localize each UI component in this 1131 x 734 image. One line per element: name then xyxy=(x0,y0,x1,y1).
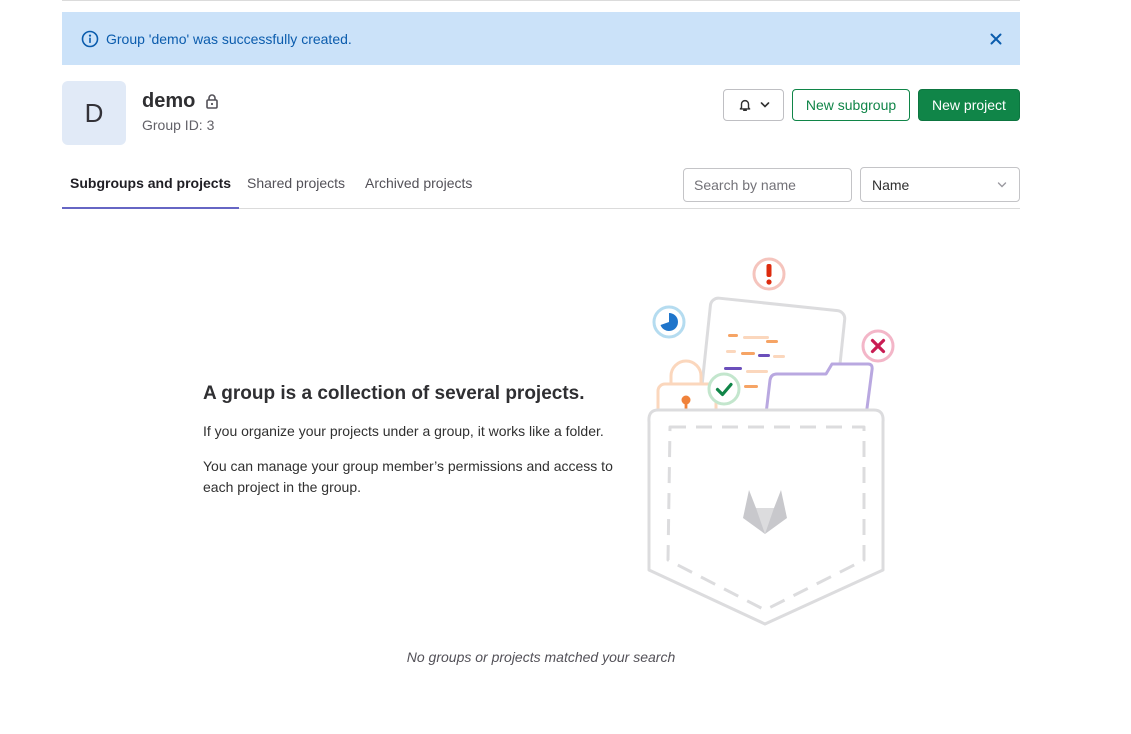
bell-icon xyxy=(739,99,750,111)
close-icon[interactable] xyxy=(988,31,1004,47)
tab-subgroups-and-projects[interactable]: Subgroups and projects xyxy=(70,175,231,191)
search-input[interactable] xyxy=(683,168,852,202)
no-results-message: No groups or projects matched your searc… xyxy=(406,649,676,665)
success-alert: Group 'demo' was successfully created. xyxy=(62,12,1020,65)
info-icon xyxy=(81,30,99,48)
alert-message: Group 'demo' was successfully created. xyxy=(106,31,352,47)
sort-selected-label: Name xyxy=(872,177,910,193)
tab-archived-projects[interactable]: Archived projects xyxy=(365,175,472,191)
chevron-down-icon xyxy=(997,182,1007,188)
empty-state-description-2: You can manage your group member’s permi… xyxy=(203,458,613,495)
active-tab-indicator xyxy=(62,207,239,209)
sort-dropdown[interactable]: Name xyxy=(860,167,1020,202)
group-avatar: D xyxy=(62,81,126,145)
tab-shared-projects[interactable]: Shared projects xyxy=(247,175,345,191)
chevron-down-icon xyxy=(760,102,769,108)
group-id: Group ID: 3 xyxy=(142,117,215,133)
new-subgroup-button[interactable]: New subgroup xyxy=(792,89,910,121)
empty-state-description: If you organize your projects under a gr… xyxy=(203,423,604,439)
notification-dropdown-button[interactable] xyxy=(723,89,784,121)
new-project-button[interactable]: New project xyxy=(918,89,1020,121)
lock-icon xyxy=(206,94,218,109)
empty-folder-illustration xyxy=(647,257,895,626)
top-divider xyxy=(62,0,1020,1)
group-name: demo xyxy=(142,90,196,112)
empty-state-title: A group is a collection of several proje… xyxy=(203,383,585,404)
